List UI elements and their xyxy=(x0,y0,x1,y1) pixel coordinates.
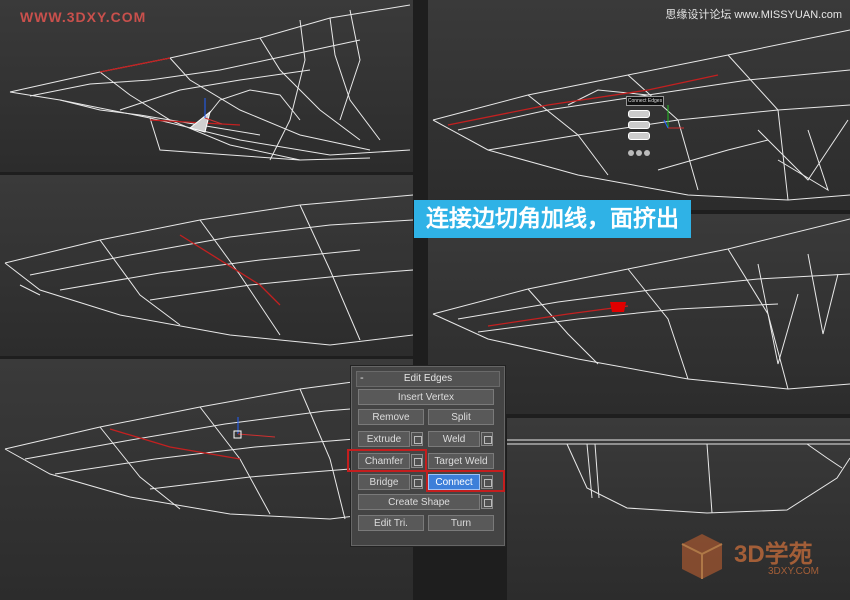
logo-url: 3DXY.COM xyxy=(768,566,819,577)
caddy-title: Connect Edges xyxy=(626,96,664,106)
wireframe-model xyxy=(4,194,413,346)
caddy-ok-icon[interactable] xyxy=(628,150,634,156)
watermark-right: 思缘设计论坛 www.MISSYUAN.com xyxy=(665,9,842,21)
target-weld-button[interactable]: Target Weld xyxy=(428,453,494,469)
logo-cube-icon xyxy=(681,534,723,579)
remove-button[interactable]: Remove xyxy=(358,409,424,425)
caddy-cancel-icon[interactable] xyxy=(644,150,650,156)
wireframe-model xyxy=(9,4,411,161)
edit-edges-rollout-header[interactable]: - Edit Edges xyxy=(356,371,500,387)
extrude-settings-icon[interactable] xyxy=(411,432,423,446)
chamfer-highlight xyxy=(347,449,427,472)
insert-vertex-button[interactable]: Insert Vertex xyxy=(358,389,494,405)
site-logo: 3D学苑 3DXY.COM xyxy=(672,522,842,586)
caddy-apply-icon[interactable] xyxy=(636,150,642,156)
weld-settings-icon[interactable] xyxy=(481,432,493,446)
extrude-button[interactable]: Extrude xyxy=(358,431,410,447)
caddy-spinner-pinch[interactable] xyxy=(628,121,650,129)
caddy-spinner-segments[interactable] xyxy=(628,110,650,118)
create-shape-settings-icon[interactable] xyxy=(481,495,493,509)
caption-banner: 连接边切角加线，面挤出 xyxy=(414,200,691,238)
logo-name: 3D学苑 xyxy=(734,541,813,568)
viewport-top-left[interactable]: WWW.3DXY.COM xyxy=(0,0,413,172)
connect-edges-caddy[interactable]: Connect Edges xyxy=(626,96,664,156)
rollout-title: Edit Edges xyxy=(403,373,453,384)
viewport-middle-left[interactable] xyxy=(0,175,413,356)
caddy-buttons[interactable] xyxy=(628,143,658,156)
caddy-spinner-slide[interactable] xyxy=(628,132,650,140)
bridge-button[interactable]: Bridge xyxy=(358,474,410,490)
collapse-icon[interactable]: - xyxy=(360,372,364,385)
weld-button[interactable]: Weld xyxy=(428,431,480,447)
turn-button[interactable]: Turn xyxy=(428,515,494,531)
edit-tri-button[interactable]: Edit Tri. xyxy=(358,515,424,531)
bridge-settings-icon[interactable] xyxy=(411,475,423,489)
create-shape-button[interactable]: Create Shape xyxy=(358,494,480,510)
split-button[interactable]: Split xyxy=(428,409,494,425)
connect-highlight xyxy=(426,470,505,492)
watermark-left: WWW.3DXY.COM xyxy=(20,9,147,25)
